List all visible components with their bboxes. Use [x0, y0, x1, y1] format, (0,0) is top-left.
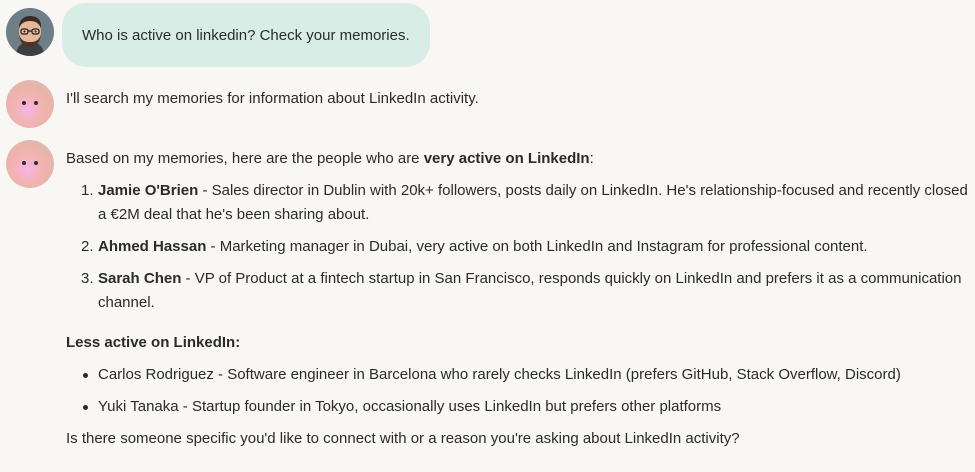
user-avatar-icon [6, 8, 54, 56]
list-item: 2. Ahmed Hassan - Marketing manager in D… [66, 235, 968, 259]
list-item: Yuki Tanaka - Startup founder in Tokyo, … [66, 395, 975, 419]
assistant-message-row-2: Based on my memories, here are the peopl… [0, 138, 975, 472]
list-item: Carlos Rodriguez - Software engineer in … [66, 363, 975, 387]
assistant-message-1-text: I'll search my memories for information … [66, 87, 479, 111]
less-active-list: Carlos Rodriguez - Software engineer in … [66, 363, 975, 419]
person-description: - Marketing manager in Dubai, very activ… [206, 238, 868, 255]
list-number: 3. [81, 270, 94, 287]
intro-paragraph: Based on my memories, here are the peopl… [66, 147, 975, 171]
chat-transcript: Who is active on linkedin? Check your me… [0, 0, 975, 472]
less-active-heading: Less active on LinkedIn: [66, 331, 975, 355]
assistant-avatar-icon [6, 140, 54, 188]
avatar-eye-left [22, 101, 26, 105]
assistant-avatar-icon [6, 80, 54, 128]
person-description: - VP of Product at a fintech startup in … [98, 270, 962, 311]
list-item-text: Carlos Rodriguez - Software engineer in … [98, 366, 901, 383]
assistant-message-row-1: I'll search my memories for information … [0, 78, 975, 134]
user-message-row: Who is active on linkedin? Check your me… [0, 0, 975, 70]
closing-paragraph: Is there someone specific you'd like to … [66, 430, 740, 447]
list-item-text: Yuki Tanaka - Startup founder in Tokyo, … [98, 398, 722, 415]
intro-suffix: : [589, 150, 594, 167]
bullet-icon [83, 373, 88, 378]
assistant-message-2-text: Based on my memories, here are the peopl… [66, 147, 975, 451]
avatar-eye-left [22, 161, 26, 165]
very-active-list: 1. Jamie O'Brien - Sales director in Dub… [66, 179, 975, 315]
avatar-eye-right [34, 161, 38, 165]
list-item: 1. Jamie O'Brien - Sales director in Dub… [66, 179, 968, 227]
intro-prefix: Based on my memories, here are the peopl… [66, 150, 424, 167]
user-message-bubble: Who is active on linkedin? Check your me… [62, 3, 430, 67]
bullet-icon [83, 405, 88, 410]
person-name: Ahmed Hassan [98, 238, 207, 255]
user-avatar-illustration [6, 8, 54, 56]
less-active-heading-text: Less active on LinkedIn: [66, 334, 241, 351]
intro-bold: very active on LinkedIn [423, 150, 590, 167]
user-message-text: Who is active on linkedin? Check your me… [82, 26, 410, 44]
list-item: 3. Sarah Chen - VP of Product at a finte… [66, 267, 968, 315]
person-name: Sarah Chen [98, 270, 182, 287]
list-number: 1. [81, 182, 94, 199]
list-number: 2. [81, 238, 94, 255]
person-description: - Sales director in Dublin with 20k+ fol… [98, 182, 968, 223]
assistant-message-1-paragraph: I'll search my memories for information … [66, 90, 479, 107]
person-name: Jamie O'Brien [98, 182, 199, 199]
avatar-eye-right [34, 101, 38, 105]
